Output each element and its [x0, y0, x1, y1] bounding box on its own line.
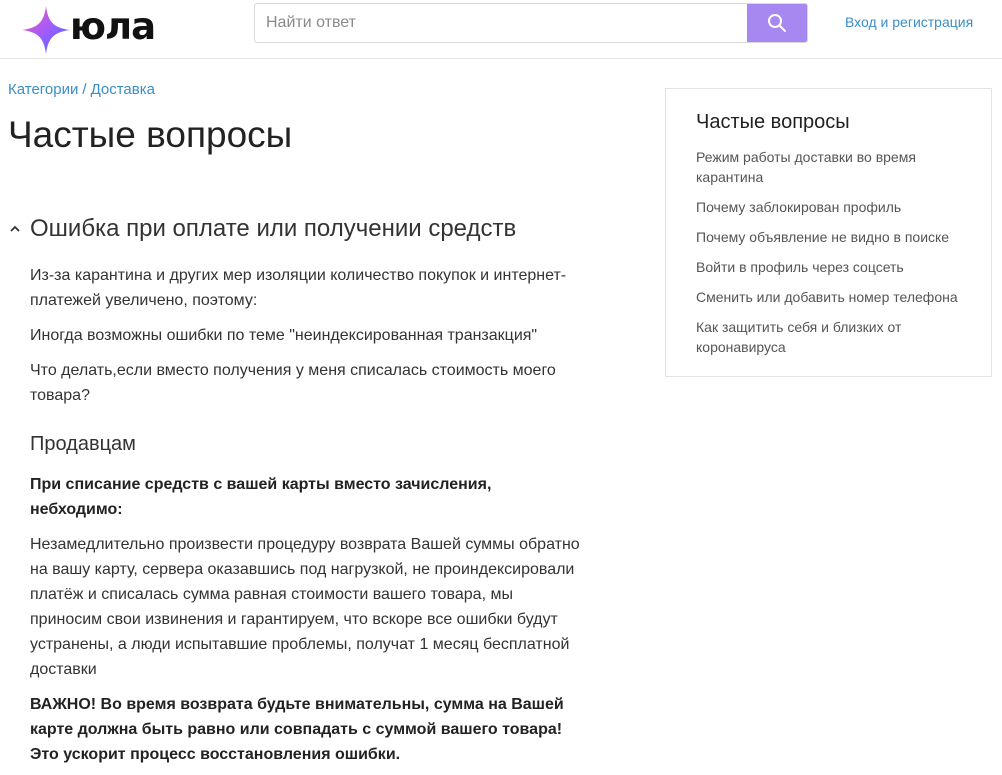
faq-sidebar-title: Частые вопросы — [696, 111, 850, 133]
search-bar — [254, 3, 808, 43]
login-link[interactable]: Вход и регистрация — [845, 14, 973, 30]
sellers-subheading: Продавцам — [30, 433, 136, 455]
logo-text: юла — [70, 5, 156, 48]
search-button[interactable] — [747, 4, 807, 42]
faq-link[interactable]: Почему объявление не видно в поиске — [696, 229, 949, 245]
chevron-up-icon — [10, 225, 20, 232]
search-input[interactable] — [255, 4, 745, 42]
article-body-text: Незамедлительно произвести процедуру воз… — [30, 536, 580, 678]
faq-item: Сменить или добавить номер телефона — [696, 287, 976, 307]
breadcrumb-categories[interactable]: Категории — [8, 81, 78, 98]
faq-list: Режим работы доставки во время карантина… — [696, 147, 976, 367]
warning-text: ВАЖНО! Во время возврата будьте внимател… — [30, 696, 564, 763]
faq-link[interactable]: Сменить или добавить номер телефона — [696, 289, 958, 305]
faq-sidebar: Частые вопросы Режим работы доставки во … — [665, 88, 992, 377]
article-paragraph: Иногда возможны ошибки по теме "неиндекс… — [30, 327, 538, 344]
faq-link[interactable]: Войти в профиль через соцсеть — [696, 259, 904, 275]
instruction-bold: При списание средств с вашей карты вмест… — [30, 476, 492, 518]
faq-item: Режим работы доставки во время карантина — [696, 147, 976, 187]
breadcrumb-delivery[interactable]: Доставка — [91, 81, 155, 98]
article-paragraph: Из-за карантина и других мер изоляции ко… — [30, 267, 567, 309]
star-sparkle-icon — [22, 6, 70, 54]
article-paragraph: Что делать,если вместо получения у меня … — [30, 362, 556, 404]
article-body: Из-за карантина и других мер изоляции ко… — [30, 263, 590, 767]
question-title: Ошибка при оплате или получении средств — [30, 215, 517, 242]
faq-item: Почему заблокирован профиль — [696, 197, 976, 217]
faq-link[interactable]: Как защитить себя и близких от коронавир… — [696, 319, 901, 355]
faq-item: Войти в профиль через соцсеть — [696, 257, 976, 277]
faq-link[interactable]: Режим работы доставки во время карантина — [696, 149, 916, 185]
faq-link[interactable]: Почему заблокирован профиль — [696, 199, 901, 215]
search-icon — [768, 14, 786, 32]
breadcrumb-separator: / — [82, 81, 87, 98]
faq-item: Как защитить себя и близких от коронавир… — [696, 317, 976, 357]
page-title: Частые вопросы — [8, 114, 293, 155]
site-logo[interactable]: юла — [20, 4, 210, 54]
site-header: юла Вход и регистрация — [0, 0, 1002, 59]
faq-item: Почему объявление не видно в поиске — [696, 227, 976, 247]
breadcrumb: Категории / Доставка — [8, 81, 155, 98]
